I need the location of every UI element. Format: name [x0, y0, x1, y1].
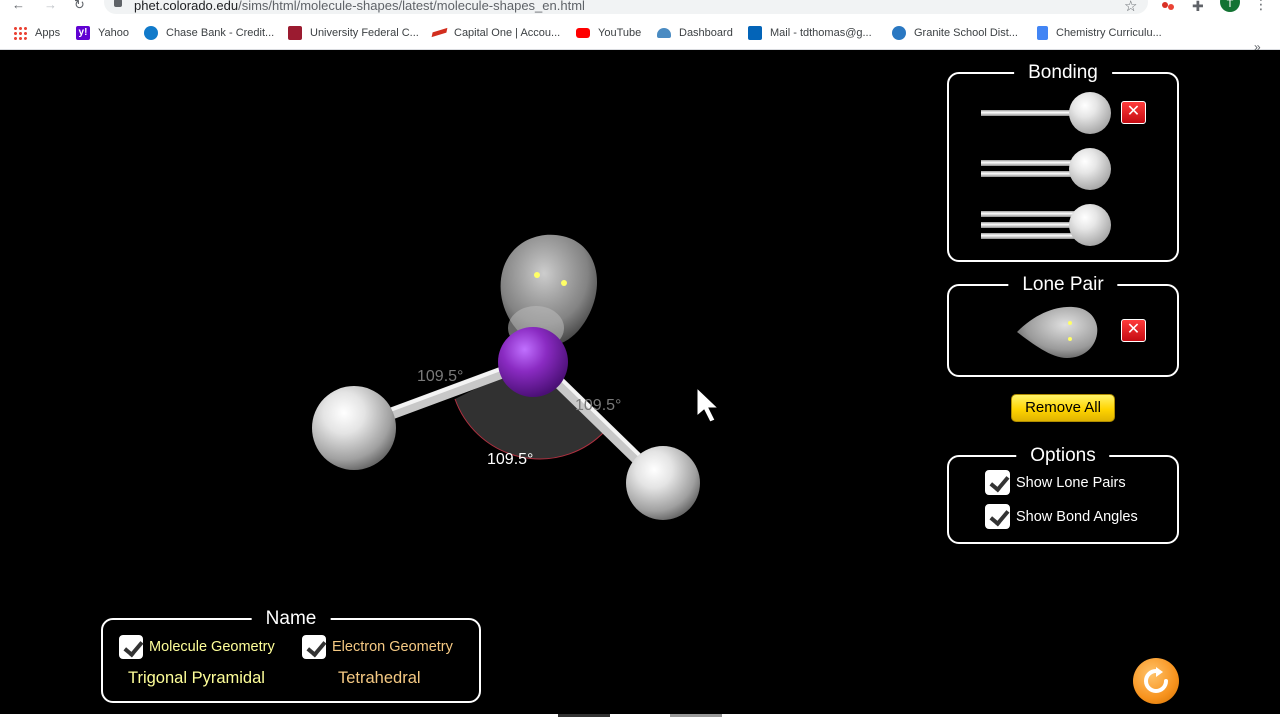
yahoo-icon: y! [76, 26, 90, 40]
dashboard-icon [657, 28, 671, 38]
central-atom[interactable] [498, 327, 568, 397]
bottom-strip [0, 714, 1280, 720]
options-panel: Options Show Lone Pairs Show Bond Angles [947, 445, 1179, 544]
bonding-panel: Bonding ✕ [947, 62, 1179, 262]
mouse-cursor-icon [696, 386, 720, 423]
bonded-atom-left[interactable] [312, 386, 396, 470]
bonded-atom-right[interactable] [626, 446, 700, 520]
remove-single-bond-button[interactable]: ✕ [1121, 101, 1146, 124]
bookmark-granite[interactable]: Granite School Dist... [892, 24, 1018, 42]
bookmark-chemistry[interactable]: Chemistry Curriculu... [1037, 24, 1162, 42]
bond-angle-label: 109.5° [417, 368, 464, 385]
molecule-geometry-checkbox[interactable] [119, 635, 143, 659]
apps-grid-icon [13, 26, 27, 40]
ufcu-icon [288, 26, 302, 40]
taskbar-item[interactable] [558, 714, 610, 717]
molecule-geometry-value: Trigonal Pyramidal [128, 669, 265, 687]
browser-menu-icon[interactable]: ⋮ [1254, 0, 1268, 13]
lone-pair-electron [534, 272, 540, 278]
electron-geometry-option[interactable]: Electron Geometry [302, 635, 453, 659]
google-doc-icon [1037, 26, 1048, 40]
address-bar[interactable]: phet.colorado.edu/sims/html/molecule-sha… [104, 0, 1148, 14]
electron-geometry-value: Tetrahedral [338, 669, 421, 687]
lone-pair-panel-title: Lone Pair [1008, 274, 1118, 296]
bond-atom-ball [1069, 92, 1111, 134]
chase-icon [144, 26, 158, 40]
forward-arrow-icon[interactable]: → [44, 0, 57, 11]
triple-bond-stick [981, 211, 1081, 217]
single-bond-button[interactable] [981, 90, 1111, 134]
show-lone-pairs-option[interactable]: Show Lone Pairs [985, 470, 1126, 495]
show-bond-angles-checkbox[interactable] [985, 504, 1010, 529]
reset-arrow-icon [1144, 667, 1168, 693]
bookmarks-bar: Apps y! Yahoo Chase Bank - Credit... Univ… [0, 16, 1280, 54]
extension-icon[interactable] [1162, 0, 1174, 10]
browser-toolbar: ← → ↻ phet.colorado.edu/sims/html/molecu… [0, 0, 1280, 16]
bond-angle-label: 109.5° [487, 451, 534, 468]
show-lone-pairs-label: Show Lone Pairs [1016, 474, 1126, 491]
remove-lone-pair-button[interactable]: ✕ [1121, 319, 1146, 342]
youtube-icon [576, 28, 590, 38]
double-bond-stick [981, 171, 1081, 177]
outlook-icon [748, 26, 762, 40]
puzzle-extensions-icon[interactable]: ✚ [1192, 0, 1204, 15]
bonding-panel-title: Bonding [1014, 62, 1112, 84]
simulation-area: 109.5° 109.5° 109.5° Bonding ✕ Lone Pair [0, 51, 1280, 720]
triple-bond-stick [981, 233, 1081, 239]
lock-icon [114, 0, 122, 7]
lone-pair-electron [561, 280, 567, 286]
triple-bond-stick [981, 222, 1081, 228]
granite-icon [892, 26, 906, 40]
bookmark-ufcu[interactable]: University Federal C... [288, 24, 419, 42]
bookmark-capital-one[interactable]: Capital One | Accou... [432, 24, 560, 42]
double-bond-button[interactable] [981, 146, 1111, 190]
name-panel-title: Name [251, 608, 331, 630]
show-lone-pairs-checkbox[interactable] [985, 470, 1010, 495]
single-bond-stick [981, 110, 1081, 116]
bookmark-apps[interactable]: Apps [13, 24, 60, 42]
electron-geometry-checkbox[interactable] [302, 635, 326, 659]
bookmark-dashboard[interactable]: Dashboard [657, 24, 733, 42]
show-bond-angles-label: Show Bond Angles [1016, 508, 1138, 525]
molecule-geometry-option[interactable]: Molecule Geometry [119, 635, 275, 659]
double-bond-stick [981, 160, 1081, 166]
molecule-geometry-label: Molecule Geometry [149, 639, 275, 655]
bond-angle-label: 109.5° [575, 397, 622, 414]
bookmark-youtube[interactable]: YouTube [576, 24, 641, 42]
profile-avatar[interactable]: T [1220, 0, 1240, 12]
reload-icon[interactable]: ↻ [74, 0, 85, 11]
show-bond-angles-option[interactable]: Show Bond Angles [985, 504, 1138, 529]
url-text: phet.colorado.edu/sims/html/molecule-sha… [134, 0, 585, 13]
triple-bond-button[interactable] [981, 202, 1111, 246]
electron-geometry-label: Electron Geometry [332, 639, 453, 655]
reset-all-button[interactable] [1133, 658, 1179, 704]
capital-one-icon [432, 26, 446, 40]
bond-atom-ball [1069, 204, 1111, 246]
back-arrow-icon[interactable]: ← [12, 0, 25, 11]
name-panel: Name Molecule Geometry Electron Geometry… [101, 608, 481, 703]
remove-all-button[interactable]: Remove All [1011, 394, 1115, 422]
bond-atom-ball [1069, 148, 1111, 190]
lone-pair-panel: Lone Pair ✕ [947, 274, 1179, 377]
lone-pair-button[interactable] [1015, 304, 1099, 360]
taskbar-item[interactable] [670, 714, 722, 717]
bookmark-mail[interactable]: Mail - tdthomas@g... [748, 24, 872, 42]
bookmark-yahoo[interactable]: y! Yahoo [76, 24, 129, 42]
bookmark-star-icon[interactable]: ☆ [1124, 0, 1137, 15]
bookmark-chase[interactable]: Chase Bank - Credit... [144, 24, 274, 42]
options-panel-title: Options [1016, 445, 1110, 467]
